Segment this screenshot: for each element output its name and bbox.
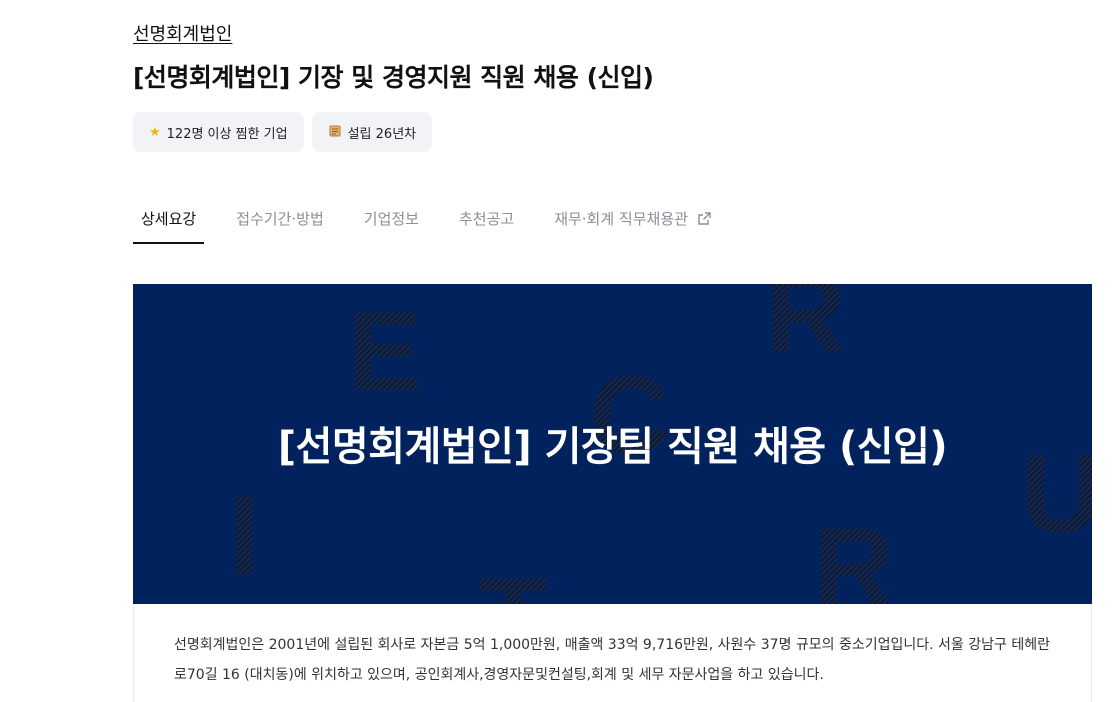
company-description: 선명회계법인은 2001년에 설립된 회사로 자본금 5억 1,000만원, 매… [174, 637, 1050, 683]
tab-finance-accounting-label: 재무·회계 직무채용관 [554, 210, 688, 228]
banner-title: [선명회계법인] 기장팀 직원 채용 (신입) [277, 424, 948, 470]
tab-details[interactable]: 상세요강 [133, 196, 205, 244]
decor-letter-r-bottom: R [813, 505, 894, 604]
decor-letter-i: I [229, 473, 260, 598]
tab-finance-accounting-jobs[interactable]: 재무·회계 직무채용관 [554, 196, 712, 244]
company-badges: ★ 122명 이상 찜한 기업 설립 26년차 [133, 112, 433, 152]
job-banner: E R C I U R T [선명회계법인] 기장팀 직원 채용 (신입) [133, 284, 1092, 604]
tab-company-info[interactable]: 기업정보 [364, 196, 419, 244]
job-title: [선명회계법인] 기장 및 경영지원 직원 채용 (신입) [133, 63, 654, 92]
detail-tabs: 상세요강 접수기간·방법 기업정보 추천공고 재무·회계 직무채용관 [133, 196, 752, 244]
badge-founded-label: 설립 26년차 [347, 126, 417, 142]
scroll-icon [328, 124, 342, 141]
badge-likes: ★ 122명 이상 찜한 기업 [133, 112, 304, 152]
job-description: 선명회계법인은 2001년에 설립된 회사로 자본금 5억 1,000만원, 매… [133, 604, 1092, 702]
external-link-icon [697, 211, 712, 230]
decor-letter-t: T [479, 555, 547, 604]
decor-letter-r-top: R [765, 284, 846, 376]
badge-founded: 설립 26년차 [311, 112, 433, 152]
decor-letter-e: E [347, 289, 422, 414]
tab-application-period[interactable]: 접수기간·방법 [236, 196, 324, 244]
tab-recommended-jobs[interactable]: 추천공고 [459, 196, 514, 244]
badge-likes-label: 122명 이상 찜한 기업 [166, 126, 288, 142]
company-name-link[interactable]: 선명회계법인 [133, 20, 232, 46]
star-icon: ★ [149, 124, 161, 140]
